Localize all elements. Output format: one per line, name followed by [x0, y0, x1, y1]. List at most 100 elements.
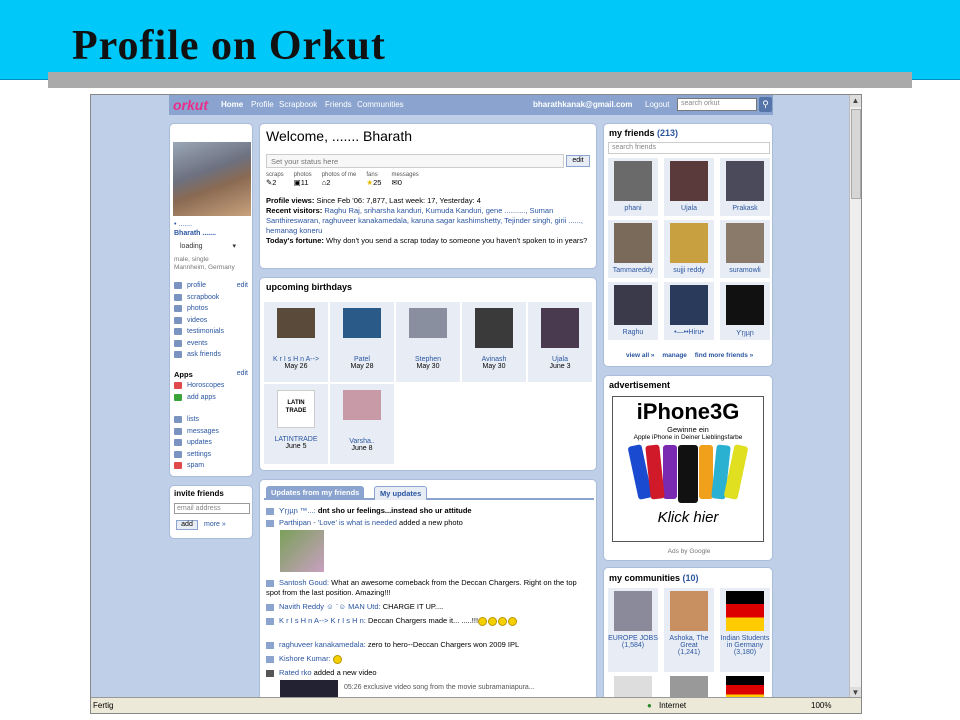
sidebar-item-events[interactable]: events	[174, 338, 224, 350]
nav-scrapbook[interactable]: Scrapbook	[279, 100, 317, 109]
sidebar-item-testimonials[interactable]: testimonials	[174, 326, 224, 338]
apps-edit-link[interactable]: edit	[237, 370, 248, 377]
friend-item[interactable]: phani	[608, 158, 658, 216]
nav-communities[interactable]: Communities	[357, 100, 404, 109]
status-edit-button[interactable]: edit	[566, 155, 590, 167]
videos-icon	[174, 316, 182, 324]
search-icon[interactable]: ⚲	[759, 97, 772, 112]
friend-item[interactable]: Raghu	[608, 282, 658, 340]
sidebar-item-settings[interactable]: settings	[174, 449, 219, 461]
update-item: Rated rko added a new video	[266, 668, 592, 678]
status-input[interactable]: Set your status here	[266, 154, 564, 168]
recent-visitors-label: Recent visitors:	[266, 206, 323, 215]
community-logo	[614, 591, 652, 631]
sidebar-item-lists[interactable]: lists	[174, 414, 219, 426]
sidebar-item-spam[interactable]: spam	[174, 460, 219, 472]
smiley-icon	[478, 616, 488, 626]
friends-search-input[interactable]: search friends	[608, 142, 770, 154]
welcome-title: Welcome, ....... Bharath	[266, 128, 413, 144]
view-all-friends-link[interactable]: view all »	[626, 352, 655, 359]
comment-icon	[266, 603, 274, 611]
stat-messages[interactable]: messages ✉0	[391, 172, 418, 187]
nav-home[interactable]: Home	[221, 100, 243, 109]
stat-photos-of-me[interactable]: photos of me ⌂2	[322, 172, 357, 187]
update-author[interactable]: Rated rko	[279, 668, 312, 677]
communities-title: my communities (10)	[609, 573, 699, 583]
search-input[interactable]: search orkut	[677, 98, 757, 111]
tab-updates-from-friends[interactable]: Updates from my friends	[266, 486, 365, 499]
birthday-item[interactable]: Patel May 28	[330, 302, 394, 382]
update-author[interactable]: K r I s H n A--> K r I s H n:	[279, 616, 366, 625]
scrollbar[interactable]: ▲ ▼	[849, 95, 861, 699]
profile-name[interactable]: Bharath .......	[174, 229, 216, 238]
slide-divider	[48, 72, 912, 88]
update-author[interactable]: Navith Reddy ☺ ¨☺ MAN Utd:	[279, 602, 381, 611]
birthday-item[interactable]: K r I s H n A--> May 26	[264, 302, 328, 382]
scrollbar-thumb[interactable]	[851, 109, 861, 199]
friend-item[interactable]: •—••Hiru•	[664, 282, 714, 340]
update-author[interactable]: Ƴŗյµɲ ™...:	[279, 506, 316, 515]
friend-item[interactable]: Tammareddy	[608, 220, 658, 278]
profile-photo[interactable]	[173, 142, 251, 216]
zoom-level[interactable]: 100%	[811, 701, 831, 710]
friend-item[interactable]: sujji reddy	[664, 220, 714, 278]
sidebar-item-scrapbook[interactable]: scrapbook	[174, 292, 224, 304]
invite-email-input[interactable]: email address	[174, 503, 250, 514]
sidebar-item-photos[interactable]: photos	[174, 303, 224, 315]
logout-link[interactable]: Logout	[645, 100, 669, 109]
community-item[interactable]: EUROPE JOBS (1,584)	[608, 588, 658, 672]
communities-panel: my communities (10) EUROPE JOBS (1,584) A…	[603, 567, 773, 707]
status-select[interactable]: loading ▾	[180, 242, 236, 250]
ads-by-google[interactable]: Ads by Google	[604, 548, 774, 555]
friend-item[interactable]: suramowli	[720, 220, 770, 278]
orkut-logo[interactable]: orkut	[173, 97, 208, 113]
friend-item[interactable]: Prakask	[720, 158, 770, 216]
scroll-up-icon[interactable]: ▲	[850, 95, 861, 107]
communities-count[interactable]: (10)	[683, 573, 699, 583]
sidebar-item-horoscopes[interactable]: Horoscopes	[174, 380, 224, 392]
profile-edit-link[interactable]: edit	[237, 282, 248, 289]
nav-profile[interactable]: Profile	[251, 100, 274, 109]
update-author[interactable]: Parthipan - 'Love' is what is needed	[279, 518, 397, 527]
sidebar-item-profile[interactable]: profile	[174, 280, 224, 292]
update-author[interactable]: Santosh Goud:	[279, 578, 329, 587]
invite-add-button[interactable]: add	[176, 520, 198, 530]
profile-name-line1: • .......	[174, 221, 193, 228]
birthday-item[interactable]: Varsha.. June 8	[330, 384, 394, 464]
spam-icon	[174, 462, 182, 470]
germany-flag	[726, 591, 764, 631]
friend-item[interactable]: Ƴŗյµɲ	[720, 282, 770, 340]
birthday-name: Varsha..	[349, 438, 375, 445]
birthday-item[interactable]: Avinash May 30	[462, 302, 526, 382]
update-author[interactable]: Kishore Kumar:	[279, 654, 331, 663]
friend-name: Prakask	[732, 205, 758, 212]
friend-item[interactable]: Ujala	[664, 158, 714, 216]
tab-my-updates[interactable]: My updates	[374, 486, 428, 500]
birthday-date: June 8	[351, 445, 373, 452]
sidebar-item-ask-friends[interactable]: ask friends	[174, 349, 224, 361]
stat-fans[interactable]: fans ★25	[366, 172, 381, 187]
update-item: raghuveer kanakamedala: zero to hero--De…	[266, 640, 592, 650]
community-item[interactable]: Ashoka, The Great (1,241)	[664, 588, 714, 672]
ad-banner[interactable]: iPhone3G Gewinne ein Apple iPhone in Dei…	[612, 396, 764, 542]
find-more-friends-link[interactable]: find more friends »	[695, 352, 754, 359]
sidebar-item-messages[interactable]: messages	[174, 426, 219, 438]
nav-friends[interactable]: Friends	[325, 100, 352, 109]
manage-friends-link[interactable]: manage	[662, 352, 687, 359]
sidebar-item-updates[interactable]: updates	[174, 437, 219, 449]
birthday-item[interactable]: Stephen May 30	[396, 302, 460, 382]
birthday-item[interactable]: Ujala June 3	[528, 302, 592, 382]
sidebar-item-videos[interactable]: videos	[174, 315, 224, 327]
scrapbook-icon	[174, 293, 182, 301]
invite-friends-panel: invite friends email address add more »	[169, 485, 253, 539]
birthday-item[interactable]: LATIN TRADE LATINTRADE June 5	[264, 384, 328, 464]
sidebar-item-add-apps[interactable]: add apps	[174, 392, 224, 404]
community-item[interactable]: Indian Students in Germany (3,180)	[720, 588, 770, 672]
invite-more-link[interactable]: more »	[204, 521, 226, 528]
stat-photos[interactable]: photos ▣11	[294, 172, 312, 187]
update-photo-thumbnail[interactable]	[280, 530, 324, 572]
ad-title: advertisement	[609, 380, 671, 390]
friends-count[interactable]: (213)	[657, 128, 678, 138]
update-author[interactable]: raghuveer kanakamedala:	[279, 640, 366, 649]
stat-scraps[interactable]: scraps ✎2	[266, 172, 284, 187]
